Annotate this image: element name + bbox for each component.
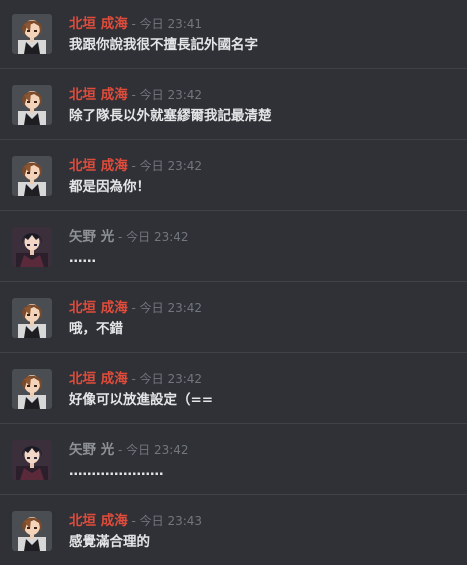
timestamp-separator: - [127, 17, 140, 31]
timestamp: - 今日 23:43 [127, 514, 203, 528]
brown-hair-avatar-icon[interactable] [12, 298, 52, 338]
timestamp-value: 今日 23:42 [139, 88, 203, 102]
timestamp: - 今日 23:42 [114, 443, 189, 457]
timestamp-separator: - [127, 159, 140, 173]
author-name[interactable]: 北垣 成海 [69, 87, 128, 103]
timestamp: - 今日 23:41 [127, 17, 203, 31]
brown-hair-avatar-icon[interactable] [12, 14, 52, 54]
brown-hair-avatar-icon[interactable] [12, 369, 52, 409]
timestamp-separator: - [114, 443, 127, 457]
message-item: 矢野 光 - 今日 23:42 …… [0, 213, 467, 284]
author-name[interactable]: 北垣 成海 [69, 16, 128, 32]
message-item: 北垣 成海 - 今日 23:42 除了隊長以外就塞繆爾我記最清楚 [0, 71, 467, 142]
dark-hair-avatar-icon[interactable] [12, 440, 52, 480]
dark-hair-avatar-icon[interactable] [12, 227, 52, 267]
timestamp: - 今日 23:42 [127, 301, 203, 315]
timestamp: - 今日 23:42 [127, 372, 203, 386]
timestamp-value: 今日 23:42 [126, 230, 189, 244]
brown-hair-avatar-icon[interactable] [12, 85, 52, 125]
message-text: 好像可以放進設定（== [69, 392, 214, 408]
timestamp-value: 今日 23:43 [139, 514, 203, 528]
message-text: 除了隊長以外就塞繆爾我記最清楚 [69, 108, 272, 124]
message-text: ………………… [69, 463, 164, 479]
timestamp-separator: - [127, 514, 140, 528]
brown-hair-avatar-icon[interactable] [12, 511, 52, 551]
timestamp: - 今日 23:42 [127, 88, 203, 102]
message-item: 北垣 成海 - 今日 23:42 哦，不錯 [0, 284, 467, 355]
message-text: 都是因為你！ [69, 179, 150, 195]
chat-message-list: 北垣 成海 - 今日 23:41 我跟你說我很不擅長記外國名字 北垣 成海 - … [0, 0, 467, 565]
message-item: 矢野 光 - 今日 23:42 ………………… [0, 426, 467, 497]
message-divider [0, 68, 467, 69]
timestamp-value: 今日 23:42 [139, 372, 203, 386]
message-divider [0, 352, 467, 353]
timestamp-value: 今日 23:42 [126, 443, 189, 457]
timestamp-separator: - [127, 372, 140, 386]
timestamp-separator: - [114, 230, 127, 244]
message-text: 哦，不錯 [69, 321, 123, 337]
message-text: …… [69, 250, 96, 266]
timestamp-value: 今日 23:41 [139, 17, 203, 31]
brown-hair-avatar-icon[interactable] [12, 156, 52, 196]
timestamp-separator: - [127, 301, 140, 315]
message-item: 北垣 成海 - 今日 23:42 好像可以放進設定（== [0, 355, 467, 426]
author-name[interactable]: 北垣 成海 [69, 371, 128, 387]
message-divider [0, 139, 467, 140]
author-name[interactable]: 北垣 成海 [69, 158, 128, 174]
message-divider [0, 423, 467, 424]
message-item: 北垣 成海 - 今日 23:42 都是因為你！ [0, 142, 467, 213]
timestamp: - 今日 23:42 [127, 159, 203, 173]
timestamp-value: 今日 23:42 [139, 301, 203, 315]
message-item: 北垣 成海 - 今日 23:43 感覺滿合理的 [0, 497, 467, 565]
message-item: 北垣 成海 - 今日 23:41 我跟你說我很不擅長記外國名字 [0, 0, 467, 71]
author-name[interactable]: 矢野 光 [69, 229, 114, 245]
timestamp: - 今日 23:42 [114, 230, 189, 244]
author-name[interactable]: 北垣 成海 [69, 300, 128, 316]
message-divider [0, 281, 467, 282]
timestamp-value: 今日 23:42 [139, 159, 203, 173]
message-divider [0, 494, 467, 495]
timestamp-separator: - [127, 88, 140, 102]
message-text: 我跟你說我很不擅長記外國名字 [69, 37, 258, 53]
author-name[interactable]: 矢野 光 [69, 442, 114, 458]
message-divider [0, 210, 467, 211]
author-name[interactable]: 北垣 成海 [69, 513, 128, 529]
message-text: 感覺滿合理的 [69, 534, 150, 550]
